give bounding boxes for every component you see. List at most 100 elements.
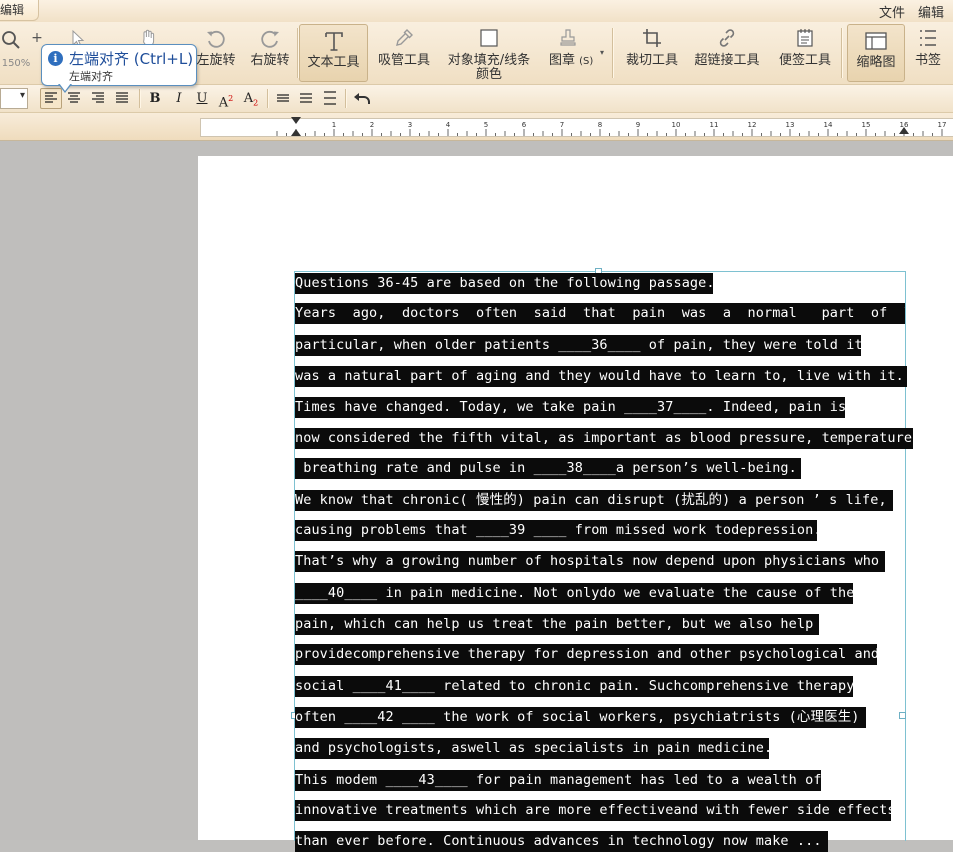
selected-text-line[interactable]: breathing rate and pulse in ____38____a … [295, 458, 801, 479]
horizontal-ruler[interactable]: 1 2 3 4 5 6 7 8 9 10 11 12 13 14 15 16 17 [200, 117, 953, 137]
bookmark-label: 书签 [914, 53, 941, 68]
thumbnail-icon [865, 32, 887, 50]
resize-handle-right[interactable] [899, 712, 906, 719]
selected-text-line[interactable]: particular, when older patients ____36__… [295, 335, 861, 356]
bold-button[interactable]: B [145, 89, 165, 108]
toolbar-divider [612, 28, 613, 78]
selected-text-line[interactable]: ____40____ in pain medicine. Not onlydo … [295, 583, 853, 604]
tooltip-subtitle: 左端对齐 [69, 70, 113, 83]
selected-text-line[interactable]: We know that chronic( 慢性的) pain can disr… [295, 490, 893, 511]
tooltip-title: 左端对齐 (Ctrl+L) [69, 50, 194, 68]
stamp-icon [560, 29, 576, 46]
selected-text-line[interactable]: Questions 36-45 are based on the followi… [295, 273, 713, 294]
selected-text-line[interactable]: innovative treatments which are more eff… [295, 800, 891, 821]
selected-text-line[interactable]: often ____42 ____ the work of social wor… [295, 707, 866, 728]
format-divider [139, 89, 140, 108]
right-indent-marker[interactable] [899, 127, 909, 134]
selected-text-line[interactable]: pain, which can help us treat the pain b… [295, 614, 820, 635]
superscript-button[interactable]: A2 [216, 89, 236, 111]
selected-text-line[interactable]: social ____41____ related to chronic pai… [295, 676, 853, 697]
rotate-left-button[interactable]: 左旋转 [196, 22, 236, 84]
selected-text-line[interactable]: now considered the fifth vital, as impor… [295, 428, 913, 449]
thumbnail-label: 缩略图 [856, 55, 896, 70]
align-right-icon [92, 92, 104, 103]
rotate-right-button[interactable]: 右旋转 [248, 22, 292, 84]
crop-button[interactable]: 裁切工具 [620, 22, 684, 84]
undo-button[interactable] [352, 89, 372, 108]
selected-text-line[interactable]: and psychologists, aswell as specialists… [295, 738, 769, 759]
ruler-label: 8 [598, 121, 602, 129]
crop-label: 裁切工具 [625, 53, 678, 68]
crop-icon [643, 29, 661, 47]
selected-text-line[interactable]: Times have changed. Today, we take pain … [295, 397, 845, 418]
thumbnail-button[interactable]: 缩略图 [847, 24, 905, 82]
fill-line-color-button[interactable]: 对象填充/线条 颜色 [444, 22, 534, 84]
align-left-tooltip: i 左端对齐 (Ctrl+L) 左端对齐 [41, 44, 197, 93]
text-tool-button[interactable]: 文本工具 [299, 24, 368, 82]
selected-text-line[interactable]: This modem ____43____ for pain managemen… [295, 770, 821, 791]
rotate-left-icon [207, 30, 225, 48]
info-icon: i [48, 51, 63, 66]
superscript-letter: A [218, 95, 229, 111]
toolbar-divider [841, 28, 842, 78]
selected-text-line[interactable]: causing problems that ____39 ____ from m… [295, 520, 817, 541]
selected-text-line[interactable]: That’s why a growing number of hospitals… [295, 551, 886, 572]
left-indent-marker[interactable] [291, 129, 301, 136]
justify-button[interactable] [112, 89, 132, 108]
menu-edit[interactable]: 编辑 [918, 2, 944, 21]
menu-file[interactable]: 文件 [879, 2, 905, 21]
line-spacing-icon [300, 93, 312, 103]
rotate-left-label: 左旋转 [196, 53, 236, 68]
align-left-icon [45, 92, 57, 103]
line-spacing-2-button[interactable] [296, 89, 316, 108]
document-canvas[interactable]: Questions 36-45 are based on the followi… [0, 141, 953, 852]
line-spacing-3-button[interactable] [320, 89, 340, 108]
align-right-button[interactable] [88, 89, 108, 108]
ruler-label: 5 [484, 121, 488, 129]
eyedropper-button[interactable]: 吸管工具 [374, 22, 434, 84]
first-line-indent-marker[interactable] [291, 117, 301, 124]
bookmark-button[interactable]: 书签 [910, 22, 946, 84]
stamp-dropdown-icon[interactable]: ▾ [600, 48, 604, 57]
document-page[interactable]: Questions 36-45 are based on the followi… [198, 156, 953, 852]
magnifier-icon [2, 31, 20, 49]
fill-square-icon [480, 29, 498, 47]
ruler-label: 17 [938, 121, 947, 129]
ruler-label: 10 [672, 121, 681, 129]
ruler-bar: 1 2 3 4 5 6 7 8 9 10 11 12 13 14 15 16 17 [0, 113, 953, 141]
line-spacing-1-button[interactable] [273, 89, 293, 108]
selected-text-line[interactable]: was a natural part of aging and they wou… [295, 366, 907, 387]
ruler-label: 4 [446, 121, 451, 129]
subscript-button[interactable]: A2 [241, 89, 261, 108]
zoom-tool[interactable]: 150% [0, 22, 32, 84]
superscript-mark: 2 [228, 94, 234, 103]
chevron-down-icon: ▾ [19, 90, 25, 101]
note-button[interactable]: 便签工具 [774, 22, 836, 84]
text-t-icon [324, 32, 343, 51]
ruler-label: 9 [636, 121, 640, 129]
undo-arrow-icon [354, 93, 370, 104]
ruler-label: 14 [824, 121, 833, 129]
format-toolbar: ▾ B I U A2 A2 [0, 85, 953, 113]
hyperlink-button[interactable]: 超链接工具 [692, 22, 762, 84]
ruler-label: 6 [522, 121, 527, 129]
ruler-label: 3 [408, 121, 412, 129]
hyperlink-label: 超链接工具 [694, 53, 760, 68]
fill-line-label-1: 对象填充/线条 [447, 53, 531, 68]
italic-button[interactable]: I [169, 89, 189, 108]
selected-text-line[interactable]: than ever before. Continuous advances in… [295, 831, 828, 852]
eyedropper-label: 吸管工具 [377, 53, 430, 68]
font-size-select[interactable]: ▾ [0, 88, 28, 109]
menu-bar: 编辑 文件 编辑 [0, 0, 953, 22]
bookmark-list-icon [920, 30, 936, 46]
text-box[interactable]: Questions 36-45 are based on the followi… [291, 268, 913, 852]
ruler-label: 13 [786, 121, 795, 129]
stamp-button[interactable]: 图章 (S) ▾ [544, 22, 608, 84]
selected-text-line[interactable]: providecomprehensive therapy for depress… [295, 644, 877, 665]
underline-button[interactable]: U [192, 89, 212, 108]
tab-edit[interactable]: 编辑 [0, 0, 39, 21]
align-center-icon [68, 92, 80, 103]
zoom-value: 150% [1, 58, 31, 69]
justify-icon [116, 92, 128, 103]
selected-text-line[interactable]: Years ago, doctors often said that pain … [295, 303, 905, 324]
